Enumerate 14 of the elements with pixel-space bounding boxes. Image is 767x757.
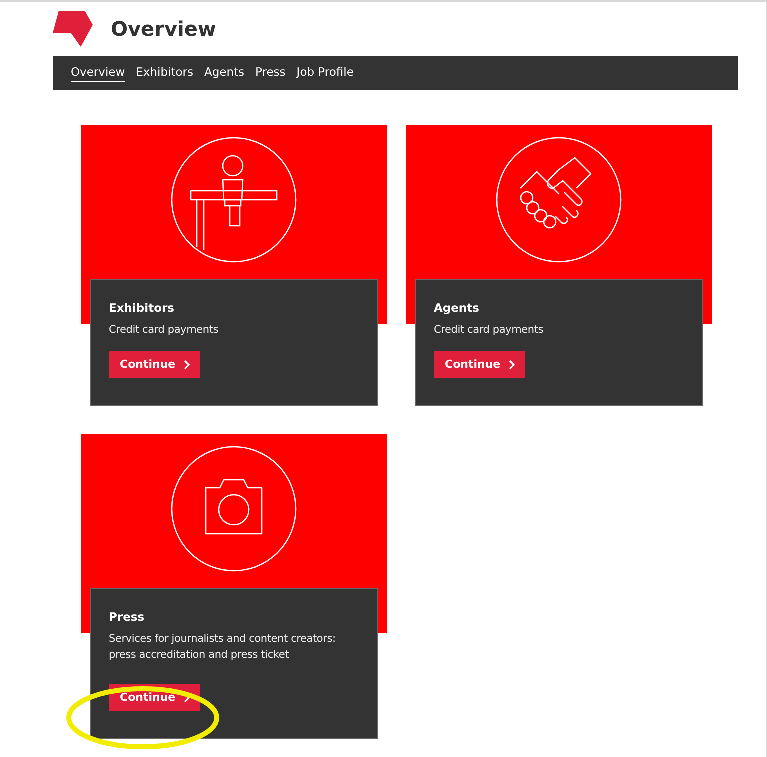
card-description: Credit card payments bbox=[109, 323, 220, 338]
card-description: Credit card payments bbox=[434, 323, 545, 338]
nav-link[interactable]: Agents bbox=[204, 64, 245, 82]
card-title: Press bbox=[109, 610, 146, 624]
nav-link[interactable]: Job Profile bbox=[296, 64, 354, 82]
card-title: Exhibitors bbox=[109, 301, 176, 315]
page-title: Overview bbox=[111, 17, 216, 41]
card-description: Services for journalists and content creators: press accreditation and press ticket bbox=[109, 632, 337, 663]
continue-button[interactable]: Continue bbox=[434, 351, 525, 378]
nav-link[interactable]: Exhibitors bbox=[136, 64, 194, 82]
nav-link[interactable]: Press bbox=[256, 64, 286, 82]
card-title: Agents bbox=[434, 301, 480, 315]
continue-button[interactable]: Continue bbox=[109, 351, 200, 378]
nav-link[interactable]: Overview bbox=[71, 64, 126, 82]
